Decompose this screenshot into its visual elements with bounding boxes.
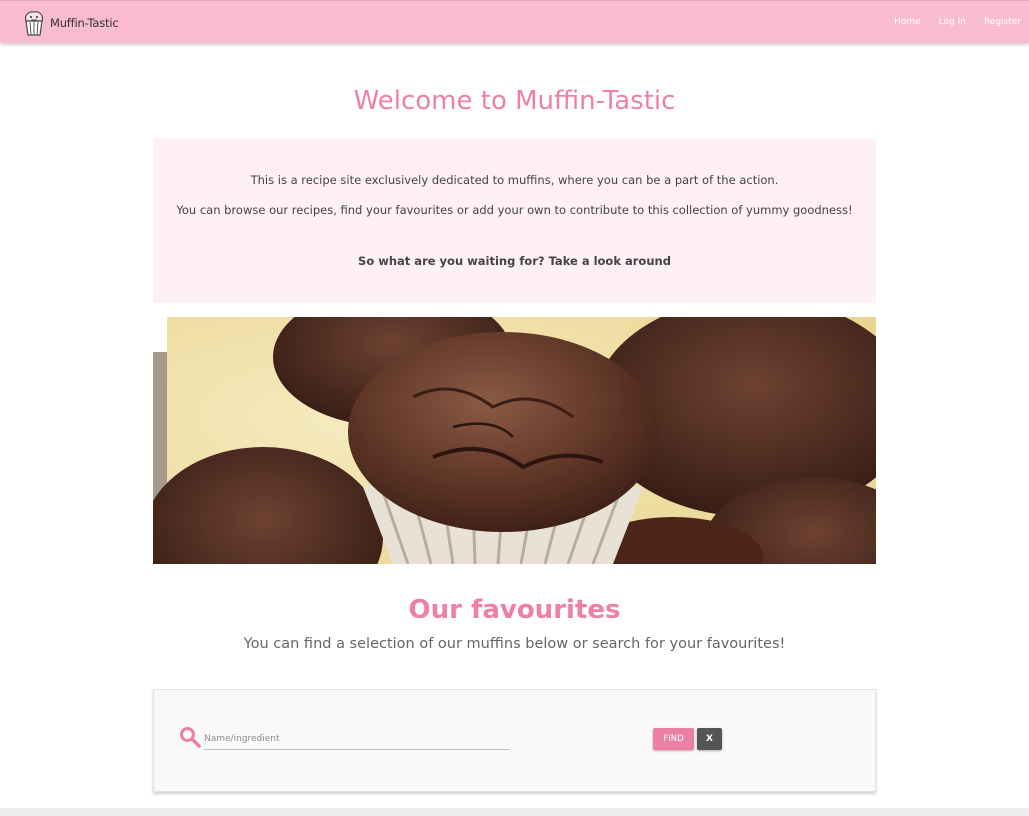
find-button[interactable]: FIND (653, 728, 694, 750)
intro-text-2: You can browse our recipes, find your fa… (176, 203, 853, 217)
page-footer-edge (0, 808, 1029, 816)
nav-link-register[interactable]: Register (984, 17, 1021, 27)
nav-link-login[interactable]: Log In (939, 17, 966, 27)
intro-box: This is a recipe site exclusively dedica… (153, 139, 876, 303)
nav-links: Home Log In Register (876, 17, 1021, 27)
page-title: Welcome to Muffin-Tastic (353, 86, 676, 116)
nav-link-home[interactable]: Home (894, 17, 921, 27)
search-icon (180, 727, 201, 748)
favourites-subtitle: You can find a selection of our muffins … (243, 636, 786, 652)
brand-name: Muffin-Tastic (50, 16, 119, 30)
chocolate-muffins-photo (153, 317, 876, 564)
search-card: FIND X (153, 689, 876, 792)
intro-call-to-action: So what are you waiting for? Take a look… (358, 254, 671, 268)
intro-text-1: This is a recipe site exclusively dedica… (250, 173, 779, 187)
clear-button[interactable]: X (697, 728, 722, 750)
favourites-title: Our favourites (408, 595, 621, 625)
muffin-logo-icon (24, 11, 44, 36)
brand-link[interactable]: Muffin-Tastic (22, 8, 119, 38)
search-input[interactable] (204, 728, 509, 750)
image-carousel[interactable] (153, 317, 876, 564)
navbar: Muffin-Tastic Home Log In Register (0, 0, 1029, 43)
